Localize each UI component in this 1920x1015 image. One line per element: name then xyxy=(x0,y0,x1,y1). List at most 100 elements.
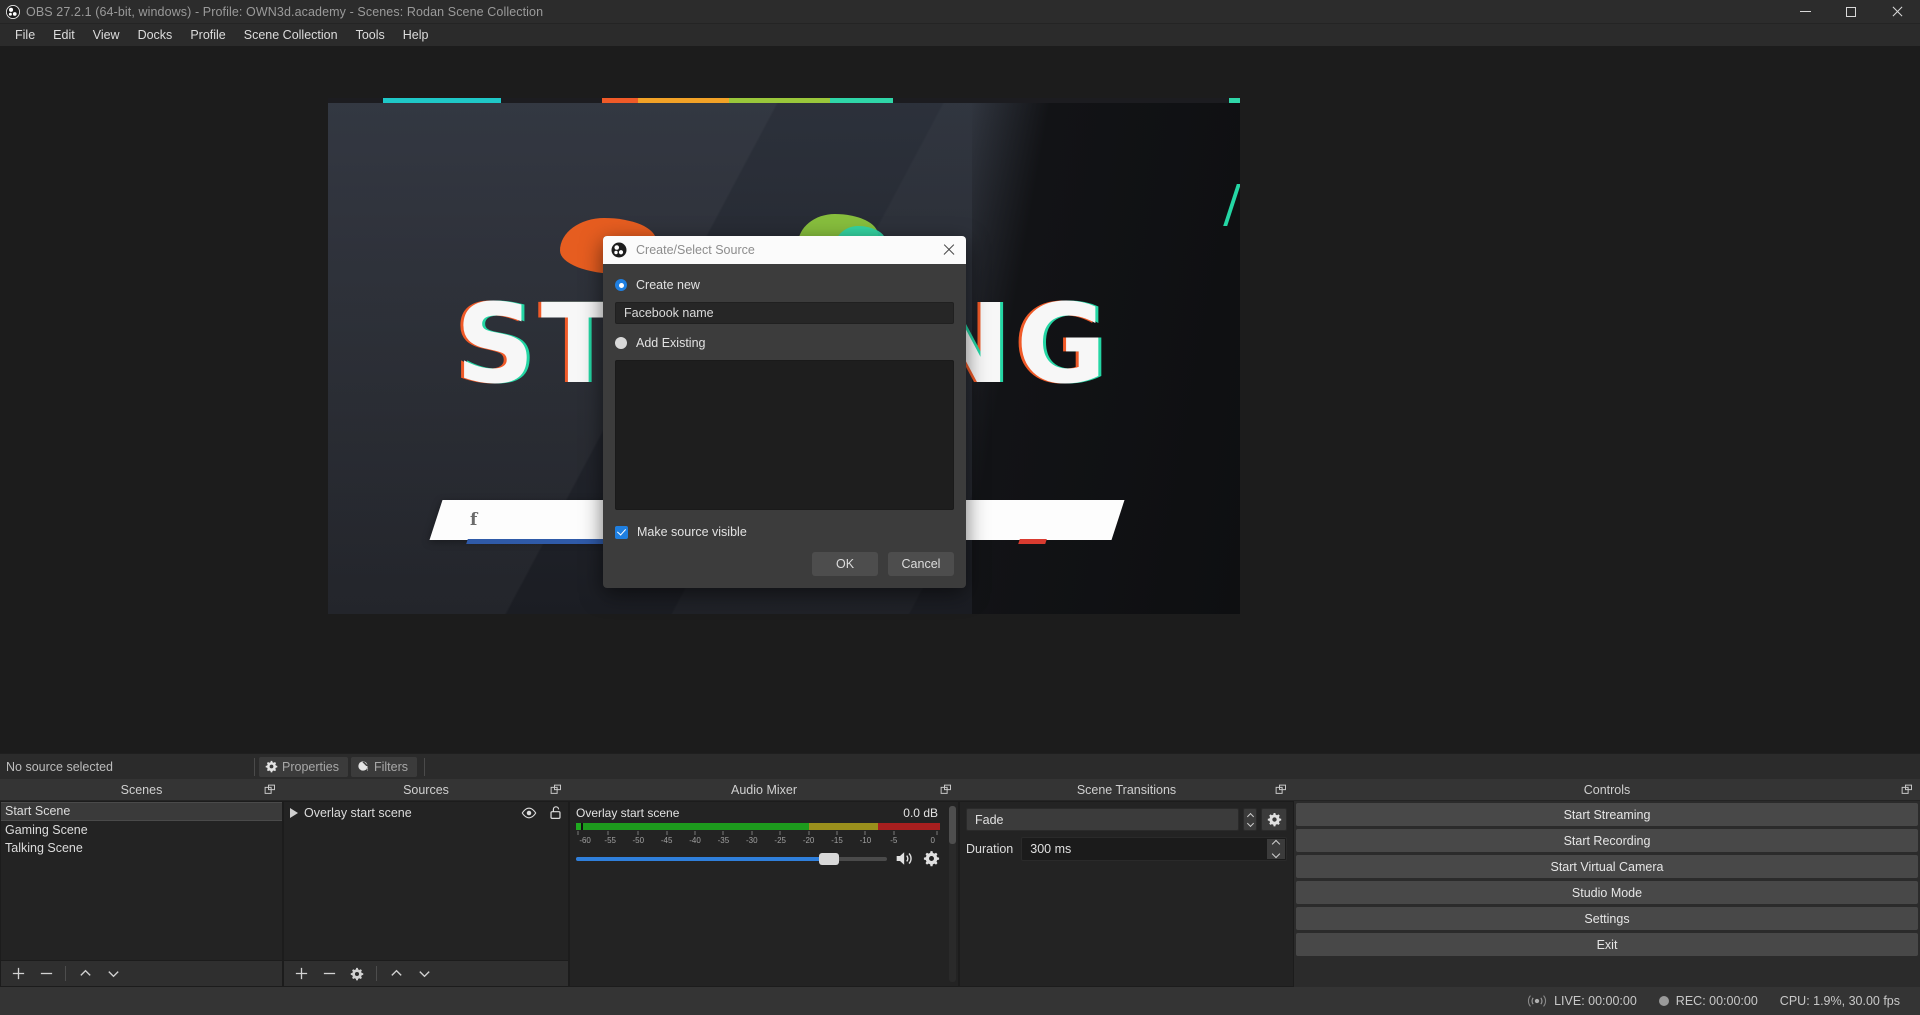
menu-scene-collection[interactable]: Scene Collection xyxy=(235,25,347,45)
volume-slider[interactable] xyxy=(576,852,887,866)
create-new-radio-row[interactable]: Create new xyxy=(615,274,954,296)
unlocked-padlock-icon[interactable] xyxy=(549,805,562,820)
undock-icon[interactable] xyxy=(1901,784,1913,796)
dialog-ok-button[interactable]: OK xyxy=(812,552,878,576)
make-source-visible-row[interactable]: Make source visible xyxy=(615,520,954,544)
transition-select-row: Fade xyxy=(966,808,1287,831)
source-name-input[interactable]: Facebook name xyxy=(615,302,954,324)
source-toolbar: No source selected Properties Filters xyxy=(0,753,1920,779)
dialog-cancel-button[interactable]: Cancel xyxy=(888,552,954,576)
start-streaming-button[interactable]: Start Streaming xyxy=(1296,803,1918,826)
minus-icon xyxy=(322,966,337,981)
volume-slider-knob[interactable] xyxy=(819,853,839,865)
audio-mixer-scrollbar-thumb[interactable] xyxy=(949,806,956,844)
menu-help[interactable]: Help xyxy=(394,25,438,45)
duration-stepper[interactable] xyxy=(1267,839,1285,859)
create-select-source-dialog[interactable]: Create/Select Source Create new Facebook… xyxy=(603,236,966,588)
close-button[interactable] xyxy=(1874,0,1920,24)
properties-button[interactable]: Properties xyxy=(259,757,348,777)
add-source-button[interactable] xyxy=(288,963,314,985)
undock-icon[interactable] xyxy=(264,784,276,796)
source-item-overlay-start-scene[interactable]: Overlay start scene xyxy=(284,802,568,823)
duration-decrease-button[interactable] xyxy=(1267,849,1285,859)
sources-list[interactable]: Overlay start scene xyxy=(283,801,569,961)
existing-sources-list[interactable] xyxy=(615,360,954,510)
recording-status: REC: 00:00:00 xyxy=(1659,994,1758,1008)
undock-icon[interactable] xyxy=(940,784,952,796)
gear-icon[interactable] xyxy=(923,850,940,867)
minimize-button[interactable] xyxy=(1782,0,1828,24)
eye-icon[interactable] xyxy=(521,806,537,820)
remove-scene-button[interactable] xyxy=(33,963,59,985)
audio-meter-scale: -60 -55 -50 -45 -40 -35 -30 -25 -20 -15 … xyxy=(576,831,940,843)
scene-item-gaming-scene[interactable]: Gaming Scene xyxy=(1,821,282,840)
undock-icon[interactable] xyxy=(550,784,562,796)
scenes-dock: Scenes Start Scene Gaming Scene Talking … xyxy=(0,779,283,987)
audio-channel-header: Overlay start scene 0.0 dB xyxy=(576,806,952,820)
duration-increase-button[interactable] xyxy=(1267,839,1285,849)
menu-file[interactable]: File xyxy=(6,25,44,45)
menu-profile[interactable]: Profile xyxy=(181,25,234,45)
chevron-down-icon xyxy=(1272,850,1280,858)
menu-docks[interactable]: Docks xyxy=(129,25,182,45)
menu-tools[interactable]: Tools xyxy=(347,25,394,45)
transition-select[interactable]: Fade xyxy=(966,808,1239,831)
filters-button[interactable]: Filters xyxy=(351,757,417,777)
duration-input[interactable]: 300 ms xyxy=(1021,837,1287,861)
audio-mixer-scrollbar[interactable] xyxy=(949,806,956,982)
create-new-radio[interactable] xyxy=(615,279,627,291)
make-source-visible-checkbox[interactable] xyxy=(615,526,628,539)
scenes-list[interactable]: Start Scene Gaming Scene Talking Scene xyxy=(0,801,283,961)
audio-mixer-dock-title: Audio Mixer xyxy=(569,779,959,801)
settings-button[interactable]: Settings xyxy=(1296,907,1918,930)
expand-arrow-icon[interactable] xyxy=(290,808,298,818)
source-properties-button[interactable] xyxy=(344,963,370,985)
move-source-up-button[interactable] xyxy=(383,963,409,985)
make-source-visible-label: Make source visible xyxy=(637,525,747,539)
minus-icon xyxy=(39,966,54,981)
remove-source-button[interactable] xyxy=(316,963,342,985)
toolbar-divider xyxy=(254,758,255,776)
speaker-icon[interactable] xyxy=(895,850,915,867)
obs-logo-icon xyxy=(611,242,627,258)
transition-spinner[interactable] xyxy=(1243,808,1257,831)
chevron-down-icon xyxy=(106,966,121,981)
facebook-icon: f xyxy=(470,510,477,530)
window-title: OBS 27.2.1 (64-bit, windows) - Profile: … xyxy=(26,5,543,19)
dialog-title: Create/Select Source xyxy=(636,243,936,257)
controls-body: Start Streaming Start Recording Start Vi… xyxy=(1294,801,1920,987)
close-icon xyxy=(1891,6,1903,18)
menu-view[interactable]: View xyxy=(84,25,129,45)
maximize-button[interactable] xyxy=(1828,0,1874,24)
scene-item-talking-scene[interactable]: Talking Scene xyxy=(1,839,282,858)
audio-mixer-title-label: Audio Mixer xyxy=(731,783,797,797)
sources-title-label: Sources xyxy=(403,783,449,797)
move-source-down-button[interactable] xyxy=(411,963,437,985)
source-label: Overlay start scene xyxy=(304,806,412,820)
menu-edit[interactable]: Edit xyxy=(44,25,84,45)
scenes-toolbar-divider xyxy=(65,966,66,981)
dialog-close-button[interactable] xyxy=(936,237,962,263)
add-existing-radio-row[interactable]: Add Existing xyxy=(615,332,954,354)
move-scene-down-button[interactable] xyxy=(100,963,126,985)
transition-properties-button[interactable] xyxy=(1261,808,1287,831)
live-timer: LIVE: 00:00:00 xyxy=(1554,994,1637,1008)
obs-logo-icon xyxy=(0,5,26,19)
studio-mode-button[interactable]: Studio Mode xyxy=(1296,881,1918,904)
duration-value: 300 ms xyxy=(1030,842,1071,856)
audio-mixer-body: Overlay start scene 0.0 dB -60 -55 -50 xyxy=(569,801,959,987)
audio-level-meter xyxy=(576,823,940,830)
start-recording-button[interactable]: Start Recording xyxy=(1296,829,1918,852)
scene-item-start-scene[interactable]: Start Scene xyxy=(1,802,282,821)
add-existing-radio[interactable] xyxy=(615,337,627,349)
add-scene-button[interactable] xyxy=(5,963,31,985)
scenes-title-label: Scenes xyxy=(121,783,163,797)
move-scene-up-button[interactable] xyxy=(72,963,98,985)
scene-label: Talking Scene xyxy=(5,841,83,855)
selected-source-status: No source selected xyxy=(0,760,250,774)
controls-dock: Controls Start Streaming Start Recording… xyxy=(1294,779,1920,987)
exit-button[interactable]: Exit xyxy=(1296,933,1918,956)
scene-transitions-title-label: Scene Transitions xyxy=(1077,783,1176,797)
start-virtual-camera-button[interactable]: Start Virtual Camera xyxy=(1296,855,1918,878)
undock-icon[interactable] xyxy=(1275,784,1287,796)
